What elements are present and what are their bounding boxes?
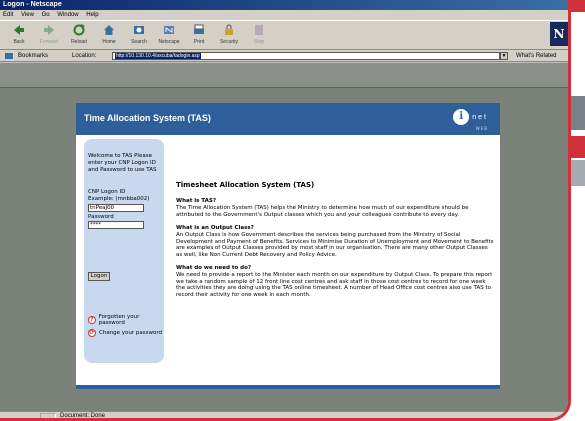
menu-window[interactable]: Window — [57, 12, 78, 18]
search-icon — [134, 26, 144, 34]
tas-page: Time Allocation System (TAS) i net WEB W… — [76, 103, 500, 389]
welcome-text: Welcome to TAS Please enter your CNP Log… — [88, 153, 157, 173]
menu-bar: Edit View Go Window Help — [0, 10, 568, 20]
netscape-button[interactable]: Netscape — [154, 23, 184, 45]
change-password-link[interactable]: ⟳ Change your password — [88, 329, 162, 337]
section-body-what-to-do: We need to provide a report to the Minis… — [176, 272, 493, 298]
inet-logo-text: net — [472, 113, 488, 121]
right-accent-light-grey — [571, 160, 585, 186]
question-icon: ? — [88, 316, 96, 324]
menu-help[interactable]: Help — [86, 12, 98, 18]
print-icon — [194, 24, 204, 34]
content-top-strip — [0, 63, 568, 88]
browser-window: Logon - Netscape Edit View Go Window Hel… — [0, 0, 571, 421]
page-footer-bar — [76, 385, 500, 389]
forgotten-password-link[interactable]: ? Forgotten your password — [88, 314, 164, 326]
whats-related-button[interactable]: What's Related — [516, 50, 557, 62]
home-icon — [104, 25, 114, 35]
reload-label: Reload — [71, 39, 87, 45]
status-security-segment — [40, 413, 56, 418]
forward-button[interactable]: Forward — [34, 23, 64, 45]
right-accent-red — [571, 136, 585, 158]
security-label: Security — [219, 39, 239, 45]
logon-button[interactable]: Logon — [88, 272, 110, 281]
netscape-label: Netscape — [158, 39, 180, 45]
info-column: Timesheet Allocation System (TAS) What i… — [176, 181, 494, 305]
menu-go[interactable]: Go — [42, 12, 50, 18]
back-arrow-icon — [14, 25, 24, 35]
forward-arrow-icon — [44, 25, 54, 35]
status-message: Document: Done — [60, 413, 106, 419]
navigation-toolbar: Back Forward Reload Home Search Netscape… — [0, 20, 568, 50]
login-panel: Welcome to TAS Please enter your CNP Log… — [84, 139, 164, 363]
bookmark-icon — [5, 53, 13, 59]
home-label: Home — [102, 39, 116, 45]
inet-logo: i net WEB — [453, 109, 488, 131]
menu-view[interactable]: View — [21, 12, 34, 18]
red-corner-accent — [571, 0, 585, 12]
inet-logo-sub: WEB — [475, 126, 488, 131]
location-label: Location: — [72, 53, 97, 59]
security-button[interactable]: Security — [214, 23, 244, 45]
page-header: Time Allocation System (TAS) i net WEB — [76, 103, 500, 135]
logon-id-input[interactable]: tnPeaJ00 — [88, 204, 144, 212]
bookmarks-button[interactable]: Bookmarks — [18, 50, 48, 62]
reload-button[interactable]: Reload — [64, 23, 94, 45]
status-bar: Document: Done — [0, 411, 568, 419]
back-button[interactable]: Back — [4, 23, 34, 45]
password-input[interactable]: **** — [88, 221, 144, 229]
change-password-text: Change your password — [99, 330, 163, 336]
url-text: http://10.130.10.4/ascuba/tadogin.asp — [115, 53, 201, 59]
menu-edit[interactable]: Edit — [3, 12, 13, 18]
home-button[interactable]: Home — [94, 23, 124, 45]
search-button[interactable]: Search — [124, 23, 154, 45]
stop-label: Stop — [253, 39, 265, 45]
security-icon — [225, 24, 233, 35]
location-bar: Bookmarks Location: http://10.130.10.4/a… — [0, 50, 568, 62]
change-password-icon: ⟳ — [88, 329, 96, 337]
browser-content: Time Allocation System (TAS) i net WEB W… — [0, 63, 568, 411]
forgotten-password-text: Forgotten your password — [98, 314, 140, 326]
forward-label: Forward — [39, 39, 59, 45]
stop-button[interactable]: Stop — [244, 23, 274, 45]
right-accent-grey — [571, 96, 585, 130]
url-dropdown-icon[interactable]: ▼ — [500, 52, 508, 60]
info-heading: Timesheet Allocation System (TAS) — [176, 181, 315, 189]
print-button[interactable]: Print — [184, 23, 214, 45]
back-label: Back — [13, 39, 25, 45]
section-title-what-is-tas: What is TAS? — [176, 198, 217, 204]
page-title: Time Allocation System (TAS) — [84, 113, 211, 123]
section-body-output-class: An Output Class is how Government descri… — [176, 232, 494, 258]
netscape-logo[interactable]: N — [550, 22, 568, 46]
stop-icon — [255, 25, 263, 35]
window-title: Logon - Netscape — [0, 0, 568, 10]
print-label: Print — [193, 39, 205, 45]
reload-icon — [73, 24, 85, 36]
logon-id-example: Example: (mnbba002) — [88, 196, 150, 202]
logon-id-label: CNP Logon ID — [88, 189, 126, 195]
section-title-what-to-do: What do we need to do? — [176, 265, 252, 271]
url-input[interactable]: http://10.130.10.4/ascuba/tadogin.asp — [112, 52, 500, 60]
password-label: Password — [88, 214, 114, 220]
search-label: Search — [131, 39, 147, 45]
section-body-what-is-tas: The Time Allocation System (TAS) helps t… — [176, 205, 469, 218]
section-title-output-class: What is an Output Class? — [176, 225, 254, 231]
netscape-icon — [164, 26, 174, 34]
inet-logo-circle: i — [453, 109, 470, 125]
